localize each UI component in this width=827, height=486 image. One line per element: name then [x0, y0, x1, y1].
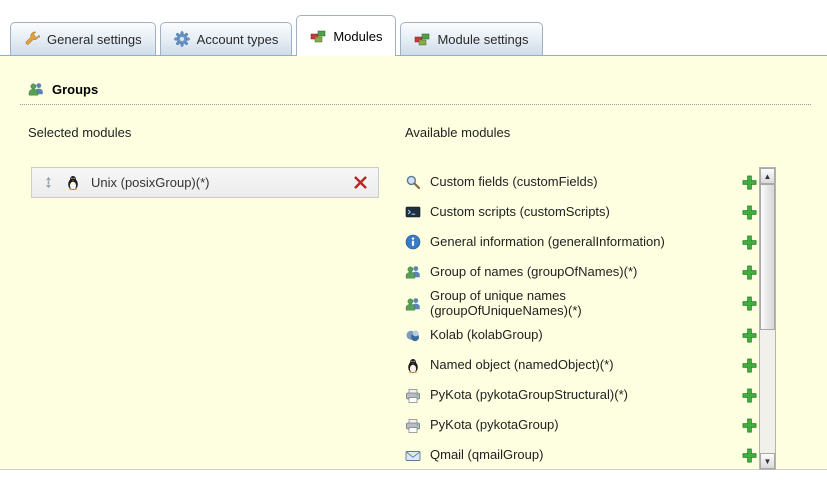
scrollbar-thumb[interactable] [760, 184, 775, 330]
available-module-row: Custom scripts (customScripts) [405, 197, 757, 227]
add-module-button[interactable] [742, 175, 757, 190]
available-module-label: Group of names (groupOfNames)(*) [430, 263, 702, 282]
kolab-icon [405, 328, 421, 344]
available-module-row: PyKota (pykotaGroupStructural)(*) [405, 381, 757, 411]
tab-bar: General settings Account types Modules M… [10, 13, 543, 56]
tab-label: Account types [197, 32, 279, 47]
tab-general-settings[interactable]: General settings [10, 22, 156, 55]
wrench-icon [24, 31, 40, 47]
available-module-row: Kolab (kolabGroup) [405, 321, 757, 351]
add-module-button[interactable] [742, 388, 757, 403]
add-module-button[interactable] [742, 265, 757, 280]
scrollbar[interactable]: ▲ ▼ [759, 167, 776, 470]
scrollbar-up-button[interactable]: ▲ [760, 168, 775, 184]
available-module-row: General information (generalInformation) [405, 227, 757, 257]
available-module-label: Kolab (kolabGroup) [430, 326, 702, 345]
available-module-label: PyKota (pykotaGroupStructural)(*) [430, 386, 702, 405]
selected-modules-heading: Selected modules [28, 125, 131, 140]
remove-module-button[interactable] [353, 175, 368, 190]
available-module-label: Custom scripts (customScripts) [430, 203, 702, 222]
available-module-label: PyKota (pykotaGroup) [430, 416, 702, 435]
tab-account-types[interactable]: Account types [160, 22, 293, 55]
add-module-button[interactable] [742, 235, 757, 250]
group-icon [405, 264, 421, 280]
add-module-button[interactable] [742, 358, 757, 373]
selected-module-row[interactable]: Unix (posixGroup)(*) [31, 167, 379, 198]
available-module-row: Qmail (qmailGroup) [405, 441, 757, 471]
available-module-label: Group of unique names (groupOfUniqueName… [430, 287, 702, 321]
available-module-label: Named object (namedObject)(*) [430, 356, 702, 375]
gear-icon [174, 31, 190, 47]
scrollbar-track[interactable] [760, 184, 775, 453]
tab-module-settings[interactable]: Module settings [400, 22, 542, 55]
available-modules-list: Custom fields (customFields) Custom scri… [405, 167, 757, 471]
available-module-label: Custom fields (customFields) [430, 173, 702, 192]
available-module-row: Custom fields (customFields) [405, 167, 757, 197]
available-module-row: PyKota (pykotaGroup) [405, 411, 757, 441]
groups-section-title: Groups [28, 81, 98, 97]
available-module-row: Group of unique names (groupOfUniqueName… [405, 287, 757, 321]
available-module-label: General information (generalInformation) [430, 233, 702, 252]
scrollbar-down-button[interactable]: ▼ [760, 453, 775, 469]
add-module-button[interactable] [742, 418, 757, 433]
separator [20, 104, 811, 105]
selected-module-label: Unix (posixGroup)(*) [91, 175, 343, 190]
info-icon [405, 234, 421, 250]
tab-label: General settings [47, 32, 142, 47]
drag-handle-icon[interactable] [42, 175, 55, 190]
lam-config-page: General settings Account types Modules M… [0, 0, 827, 486]
script-icon [405, 204, 421, 220]
group-icon [405, 296, 421, 312]
add-module-button[interactable] [742, 328, 757, 343]
magnifier-icon [405, 174, 421, 190]
content-area: Groups Selected modules Available module… [0, 56, 827, 470]
available-modules-heading: Available modules [405, 125, 510, 140]
available-module-row: Group of names (groupOfNames)(*) [405, 257, 757, 287]
tab-label: Module settings [437, 32, 528, 47]
modules-icon [310, 28, 326, 44]
printer-icon [405, 418, 421, 434]
penguin-icon [405, 358, 421, 374]
tab-label: Modules [333, 29, 382, 44]
add-module-button[interactable] [742, 448, 757, 463]
groups-icon [28, 81, 44, 97]
linux-penguin-icon [65, 175, 81, 191]
available-module-row: Named object (namedObject)(*) [405, 351, 757, 381]
module-settings-icon [414, 31, 430, 47]
section-title-text: Groups [52, 82, 98, 97]
mail-icon [405, 448, 421, 464]
available-module-label: Qmail (qmailGroup) [430, 446, 702, 465]
add-module-button[interactable] [742, 296, 757, 311]
printer-icon [405, 388, 421, 404]
tab-modules[interactable]: Modules [296, 15, 396, 56]
add-module-button[interactable] [742, 205, 757, 220]
